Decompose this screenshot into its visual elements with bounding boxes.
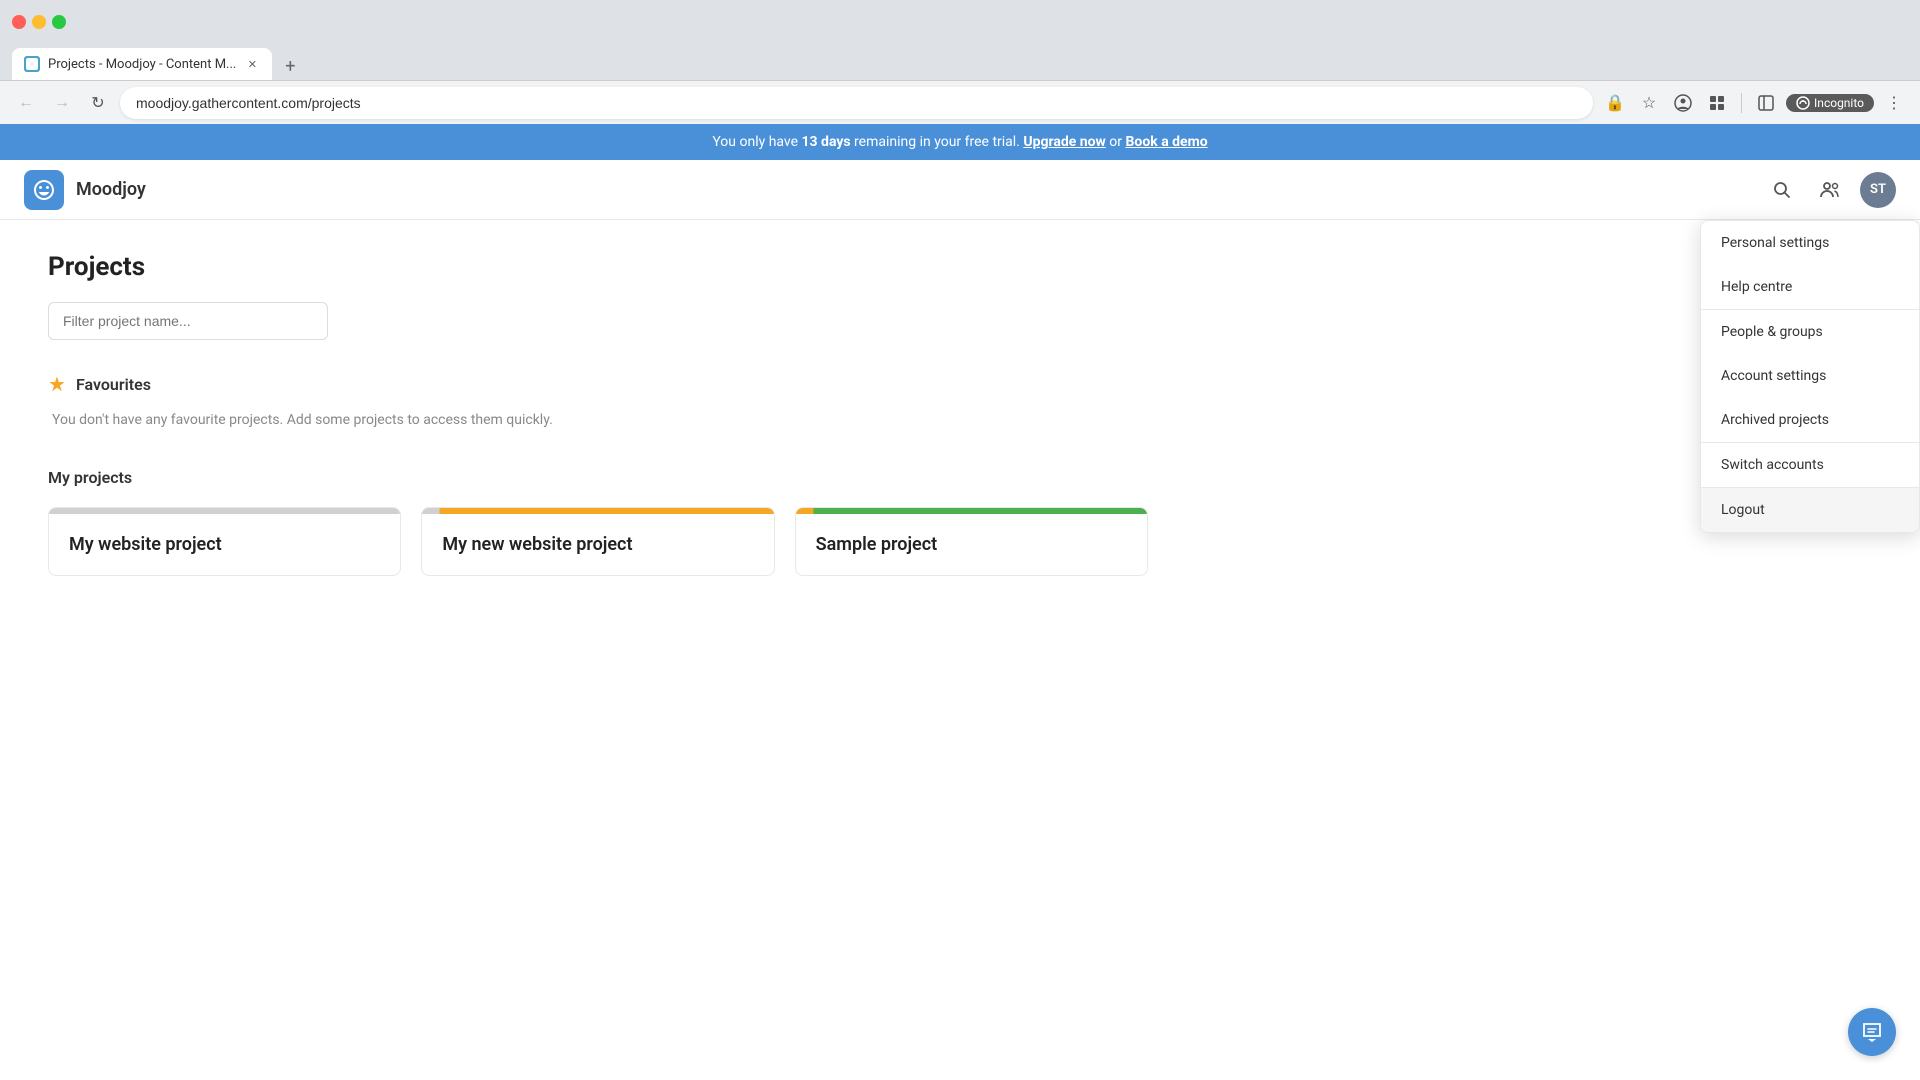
project-card-2[interactable]: My new website project: [421, 507, 774, 576]
user-dropdown-menu: Personal settings Help centre People & g…: [1700, 220, 1920, 533]
favourites-title: Favourites: [76, 375, 151, 394]
back-button[interactable]: ←: [12, 89, 40, 117]
reload-button[interactable]: ↻: [84, 89, 112, 117]
page-title: Projects: [48, 252, 1872, 282]
active-tab[interactable]: Projects - Moodjoy - Content M... ✕: [12, 48, 272, 80]
profile-circle-icon[interactable]: [1669, 89, 1697, 117]
dropdown-item-people-groups[interactable]: People & groups: [1701, 310, 1919, 354]
close-button[interactable]: [12, 15, 26, 29]
forward-button[interactable]: →: [48, 89, 76, 117]
project-name-1: My website project: [69, 534, 380, 555]
dropdown-item-archived-projects[interactable]: Archived projects: [1701, 398, 1919, 442]
browser-titlebar: [0, 0, 1920, 44]
shield-icon: 🔒: [1601, 89, 1629, 117]
favourites-section: ★ Favourites: [48, 372, 1872, 396]
search-button[interactable]: [1764, 172, 1800, 208]
star-icon: ★: [48, 372, 66, 396]
app-container: You only have 13 days remaining in your …: [0, 124, 1920, 1080]
minimize-button[interactable]: [32, 15, 46, 29]
new-tab-button[interactable]: +: [276, 52, 304, 80]
toolbar-divider: [1741, 93, 1742, 113]
demo-link[interactable]: Book a demo: [1126, 134, 1208, 150]
browser-chrome: Projects - Moodjoy - Content M... ✕ + ← …: [0, 0, 1920, 124]
window-controls: [12, 15, 66, 29]
project-card-body-3: Sample project: [796, 514, 1147, 575]
dropdown-item-account-settings[interactable]: Account settings: [1701, 354, 1919, 398]
empty-favourites-text: You don't have any favourite projects. A…: [52, 412, 1872, 428]
toolbar-actions: 🔒 ☆ Incognito ⋮: [1601, 89, 1908, 117]
upgrade-link[interactable]: Upgrade now: [1023, 134, 1105, 150]
trial-days: 13 days: [802, 134, 851, 150]
address-bar[interactable]: [120, 87, 1593, 119]
project-card-1[interactable]: My website project: [48, 507, 401, 576]
header-actions: ST: [1764, 172, 1896, 208]
trial-or: or: [1106, 134, 1126, 150]
menu-icon[interactable]: ⋮: [1880, 89, 1908, 117]
tab-close-button[interactable]: ✕: [244, 56, 260, 72]
project-name-3: Sample project: [816, 534, 1127, 555]
incognito-badge: Incognito: [1786, 94, 1874, 112]
filter-input[interactable]: [48, 302, 328, 340]
tab-favicon: [24, 56, 40, 72]
maximize-button[interactable]: [52, 15, 66, 29]
dropdown-item-switch-accounts[interactable]: Switch accounts: [1701, 443, 1919, 487]
incognito-label: Incognito: [1814, 96, 1864, 110]
trial-pre-text: You only have: [712, 134, 801, 150]
project-card-3[interactable]: Sample project: [795, 507, 1148, 576]
sidebar-icon[interactable]: [1752, 89, 1780, 117]
app-name: Moodjoy: [76, 179, 146, 200]
tab-bar: Projects - Moodjoy - Content M... ✕ +: [0, 44, 1920, 80]
logo-area: Moodjoy: [24, 170, 146, 210]
dropdown-item-logout[interactable]: Logout: [1701, 488, 1919, 532]
project-card-body-1: My website project: [49, 514, 400, 575]
extensions-icon[interactable]: [1703, 89, 1731, 117]
logo-icon: [24, 170, 64, 210]
tab-title: Projects - Moodjoy - Content M...: [48, 57, 236, 72]
page-content: Projects Example projects ★ Favourites Y…: [0, 220, 1920, 1076]
avatar-initials: ST: [1870, 182, 1886, 197]
trial-banner: You only have 13 days remaining in your …: [0, 124, 1920, 160]
project-card-body-2: My new website project: [422, 514, 773, 575]
people-button[interactable]: [1812, 172, 1848, 208]
star-bookmark-icon[interactable]: ☆: [1635, 89, 1663, 117]
chat-button[interactable]: [1848, 1008, 1896, 1056]
dropdown-item-personal-settings[interactable]: Personal settings: [1701, 221, 1919, 265]
browser-toolbar: ← → ↻ 🔒 ☆ Incognito ⋮: [0, 80, 1920, 124]
app-header: Moodjoy ST Personal settings Help centre…: [0, 160, 1920, 220]
project-name-2: My new website project: [442, 534, 753, 555]
filter-row: Example projects: [48, 302, 1872, 340]
projects-grid: My website project My new website projec…: [48, 507, 1148, 576]
my-projects-title: My projects: [48, 468, 1872, 487]
user-avatar[interactable]: ST: [1860, 172, 1896, 208]
trial-post-text: remaining in your free trial.: [851, 134, 1024, 150]
dropdown-item-help-centre[interactable]: Help centre: [1701, 265, 1919, 309]
